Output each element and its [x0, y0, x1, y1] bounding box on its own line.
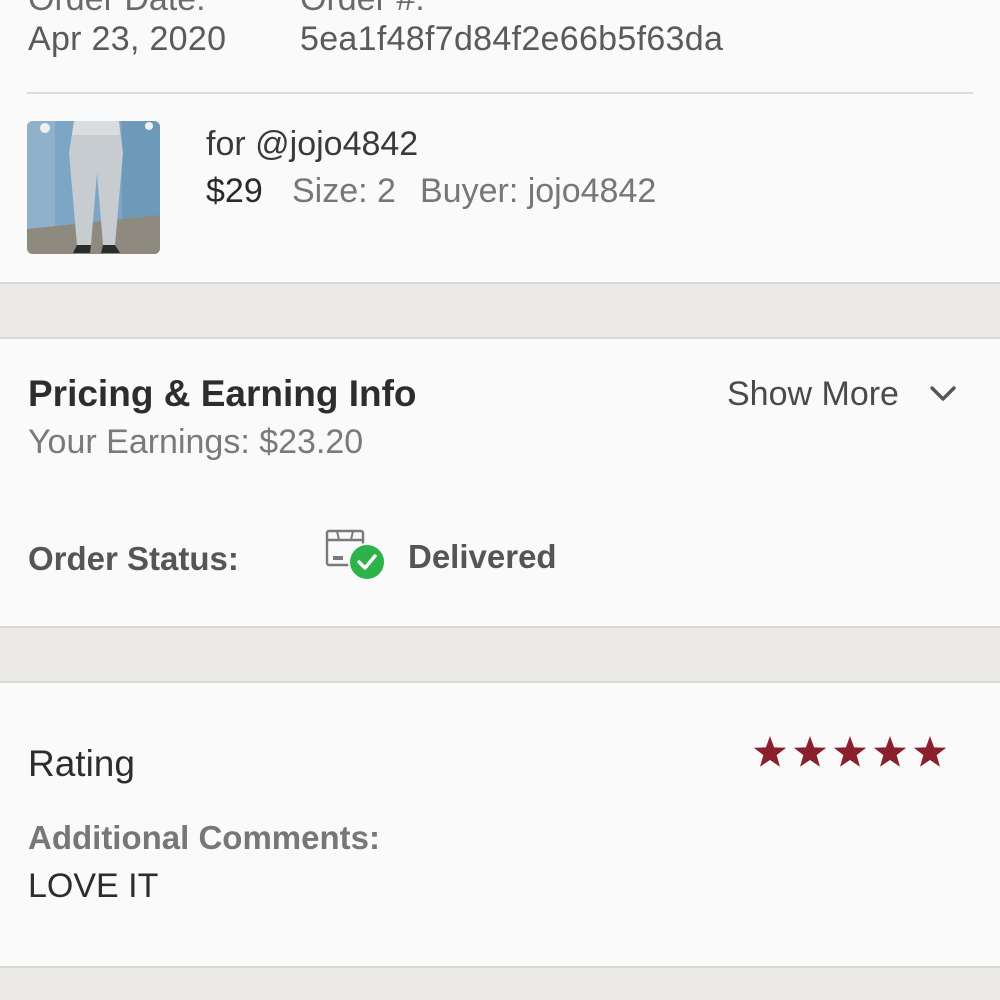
rating-stars	[753, 736, 947, 767]
order-status-label: Order Status:	[28, 540, 239, 577]
item-listing-for[interactable]: for @jojo4842	[206, 127, 418, 161]
order-status-card: Order Status: Delivered	[0, 494, 1000, 628]
pricing-earning-card: Pricing & Earning Info Show More Your Ea…	[0, 337, 1000, 496]
rating-title: Rating	[28, 743, 135, 784]
order-date-label: Order Date:	[28, 0, 206, 16]
order-date: Apr 23, 2020	[28, 20, 227, 58]
order-number: 5ea1f48f7d84f2e66b5f63da	[300, 20, 724, 58]
delivered-box-icon	[325, 529, 386, 581]
rating-card: Rating Additional Comments: LOVE IT	[0, 681, 1000, 968]
star-icon	[793, 736, 827, 767]
order-number-label: Order #:	[300, 0, 425, 16]
your-earnings: Your Earnings: $23.20	[28, 423, 364, 461]
star-icon	[833, 736, 867, 767]
pricing-title: Pricing & Earning Info	[28, 373, 417, 414]
star-icon	[753, 736, 787, 767]
chevron-down-icon[interactable]	[925, 377, 961, 413]
star-icon	[913, 736, 947, 767]
additional-comments-label: Additional Comments:	[28, 819, 380, 856]
order-status-value: Delivered	[408, 538, 557, 575]
item-price: $29	[206, 172, 263, 210]
item-photo[interactable]	[27, 121, 160, 254]
star-icon	[873, 736, 907, 767]
order-divider	[27, 92, 973, 94]
item-size: Size: 2	[292, 172, 396, 210]
item-buyer: Buyer: jojo4842	[420, 172, 657, 210]
order-summary-card: Order Date: Order #: Apr 23, 2020 5ea1f4…	[0, 0, 1000, 284]
show-more-button[interactable]: Show More	[727, 377, 899, 411]
item-photo-image	[27, 121, 160, 254]
additional-comments-text: LOVE IT	[28, 867, 159, 905]
